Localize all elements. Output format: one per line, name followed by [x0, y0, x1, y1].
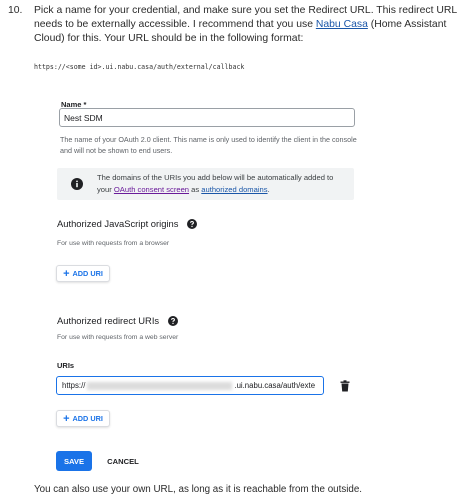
uri-suffix: .ui.nabu.casa/auth/exte [234, 381, 316, 390]
uri-prefix: https:// [62, 381, 86, 390]
js-origins-title: Authorized JavaScript origins [57, 218, 179, 229]
step-text: Pick a name for your credential, and mak… [34, 4, 468, 46]
oauth-client-form: Name * Nest SDM The name of your OAuth 2… [33, 84, 441, 484]
footer-note: You can also use your own URL, as long a… [34, 484, 363, 495]
nabu-casa-link[interactable]: Nabu Casa [316, 19, 368, 30]
help-icon[interactable] [187, 219, 197, 229]
redirect-uris-title: Authorized redirect URIs [57, 315, 160, 326]
oauth-consent-screen-link[interactable]: OAuth consent screen [114, 185, 189, 194]
info-text: The domains of the URIs you add below wi… [97, 172, 347, 196]
help-icon[interactable] [168, 316, 178, 326]
trash-icon[interactable] [340, 380, 350, 392]
add-js-origin-button[interactable]: + ADD URI [56, 265, 110, 282]
add-js-origin-label: ADD URI [72, 269, 103, 278]
cancel-button[interactable]: CANCEL [105, 451, 141, 471]
name-input[interactable]: Nest SDM [59, 108, 355, 127]
redirect-url-format: https://<some id>.ui.nabu.casa/auth/exte… [34, 63, 245, 71]
info-text-part2: as [189, 185, 202, 194]
authorized-domains-link[interactable]: authorized domains [201, 185, 267, 194]
js-origins-subtitle: For use with requests from a browser [57, 240, 170, 247]
info-icon [71, 178, 83, 190]
uris-label: URIs [57, 361, 75, 370]
instruction-step: 10. Pick a name for your credential, and… [8, 4, 468, 46]
redacted-id [87, 381, 233, 390]
save-button[interactable]: SAVE [56, 451, 92, 471]
add-redirect-uri-label: ADD URI [72, 414, 103, 423]
name-hint: The name of your OAuth 2.0 client. This … [60, 135, 357, 155]
plus-icon: + [63, 412, 70, 425]
authorized-domains-info: The domains of the URIs you add below wi… [57, 168, 354, 200]
step-number: 10. [8, 5, 23, 16]
info-text-part3: . [267, 185, 270, 194]
add-redirect-uri-button[interactable]: + ADD URI [56, 410, 110, 427]
redirect-uri-input[interactable]: https:// .ui.nabu.casa/auth/exte [56, 376, 324, 395]
plus-icon: + [63, 267, 70, 280]
redirect-uris-subtitle: For use with requests from a web server [57, 334, 179, 341]
